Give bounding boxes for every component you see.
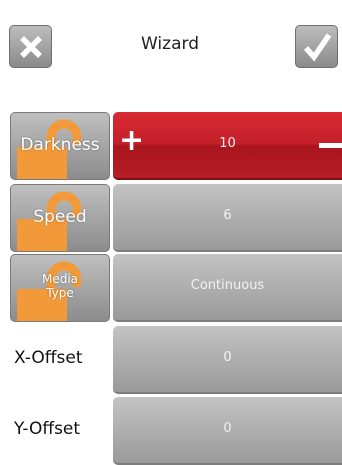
- confirm-button[interactable]: [295, 25, 338, 68]
- setting-label-line-1: Media: [41, 272, 79, 286]
- setting-row-y-offset: Y-Offset 0: [0, 397, 342, 465]
- cancel-button[interactable]: [9, 25, 52, 68]
- setting-label-line-2: Type: [46, 286, 74, 300]
- darkness-label-button[interactable]: Darkness: [10, 112, 110, 180]
- setting-value: Continuous: [190, 278, 265, 293]
- setting-value: 0: [223, 421, 232, 436]
- setting-label: Speed: [33, 207, 87, 227]
- setting-row-media-type: Media Type Continuous: [0, 254, 342, 322]
- media-type-value-control[interactable]: Continuous: [113, 254, 342, 322]
- setting-label: Media Type: [11, 272, 109, 300]
- setting-row-x-offset: X-Offset 0: [0, 326, 342, 394]
- setting-value: 6: [223, 208, 232, 223]
- y-offset-value-control[interactable]: 0: [113, 397, 342, 465]
- header-bar: Wizard: [0, 0, 342, 90]
- x-offset-value-control[interactable]: 0: [113, 326, 342, 394]
- setting-label: X-Offset: [14, 348, 83, 368]
- setting-row-speed: Speed 6: [0, 184, 342, 252]
- setting-row-darkness: Darkness + 10: [0, 112, 342, 180]
- setting-value: 0: [223, 350, 232, 365]
- close-icon: [19, 35, 42, 58]
- setting-label: Darkness: [20, 135, 100, 155]
- darkness-value-control[interactable]: + 10: [113, 112, 342, 180]
- page-title: Wizard: [141, 34, 199, 54]
- speed-label-button[interactable]: Speed: [10, 184, 110, 252]
- speed-value-control[interactable]: 6: [113, 184, 342, 252]
- minus-icon[interactable]: [319, 143, 342, 148]
- setting-label: Y-Offset: [14, 419, 81, 439]
- checkmark-icon: [303, 32, 331, 61]
- media-type-label-button[interactable]: Media Type: [10, 254, 110, 322]
- setting-value: 10: [219, 136, 236, 151]
